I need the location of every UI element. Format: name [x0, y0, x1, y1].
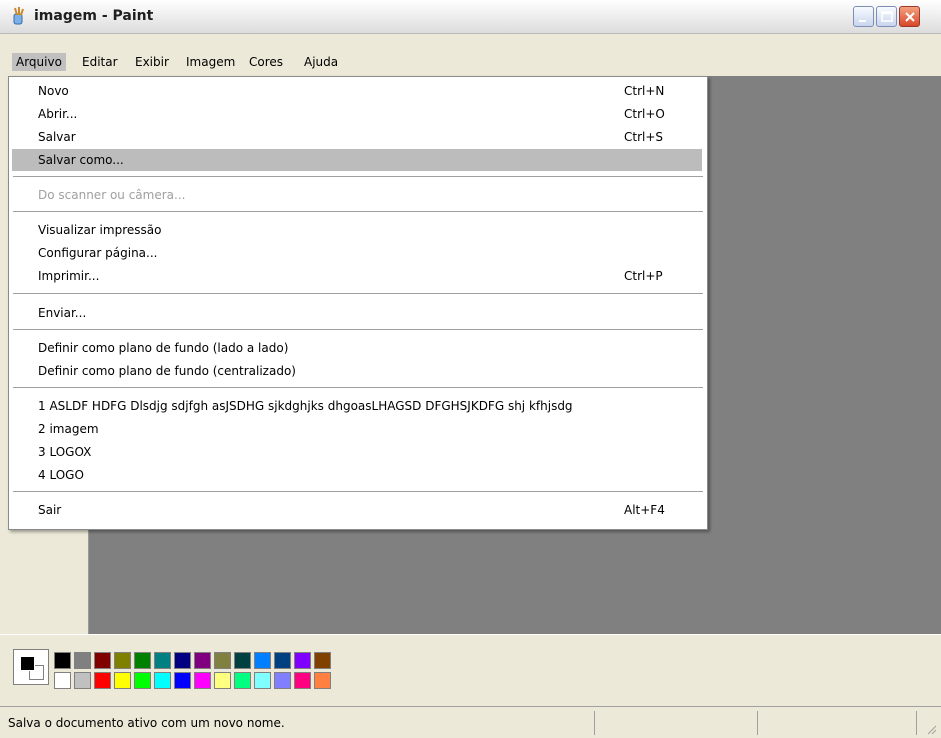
menu-separator [13, 211, 703, 215]
menu-imagem[interactable]: Imagem [182, 53, 239, 71]
menu-item-abrir[interactable]: Abrir... Ctrl+O [12, 103, 702, 125]
palette-swatch[interactable] [194, 672, 211, 689]
palette-swatch[interactable] [114, 672, 131, 689]
palette-swatch[interactable] [74, 672, 91, 689]
palette-swatch[interactable] [214, 652, 231, 669]
palette-swatch[interactable] [314, 672, 331, 689]
menu-exibir[interactable]: Exibir [131, 53, 173, 71]
menu-item-recent-2[interactable]: 2 imagem [12, 418, 702, 440]
palette-swatch[interactable] [234, 652, 251, 669]
status-bar: Salva o documento ativo com um novo nome… [0, 706, 941, 738]
menu-item-novo[interactable]: Novo Ctrl+N [12, 80, 702, 102]
palette-swatch[interactable] [174, 652, 191, 669]
menu-separator [13, 329, 703, 333]
palette-swatch[interactable] [294, 672, 311, 689]
palette-swatch[interactable] [174, 672, 191, 689]
palette-swatch[interactable] [154, 652, 171, 669]
palette-swatch[interactable] [54, 672, 71, 689]
status-divider [594, 711, 595, 735]
menu-item-visualizar-impressao[interactable]: Visualizar impressão [12, 219, 702, 241]
menu-item-fundo-centralizado[interactable]: Definir como plano de fundo (centralizad… [12, 360, 702, 382]
palette-swatch[interactable] [94, 652, 111, 669]
palette-swatch[interactable] [54, 652, 71, 669]
menu-item-salvar-como[interactable]: Salvar como... [12, 149, 702, 171]
palette-swatch[interactable] [294, 652, 311, 669]
palette-swatch[interactable] [254, 652, 271, 669]
menu-item-recent-1[interactable]: 1 ASLDF HDFG Dlsdjg sdjfgh asJSDHG sjkdg… [12, 395, 702, 417]
menu-item-configurar-pagina[interactable]: Configurar página... [12, 242, 702, 264]
resize-grip-icon[interactable] [925, 723, 937, 738]
palette-swatch[interactable] [74, 652, 91, 669]
palette-swatch[interactable] [134, 672, 151, 689]
color-palette [0, 634, 941, 707]
menu-separator [13, 176, 703, 180]
menu-separator [13, 387, 703, 391]
menu-item-enviar[interactable]: Enviar... [12, 302, 702, 324]
menu-separator [13, 491, 703, 495]
menu-item-scanner[interactable]: Do scanner ou câmera... [12, 184, 702, 206]
minimize-button[interactable] [853, 6, 874, 27]
palette-swatch[interactable] [194, 652, 211, 669]
palette-swatch[interactable] [274, 672, 291, 689]
palette-swatch[interactable] [114, 652, 131, 669]
current-colors[interactable] [13, 649, 49, 685]
file-menu-dropdown: Novo Ctrl+N Abrir... Ctrl+O Salvar Ctrl+… [8, 76, 708, 530]
status-divider [916, 711, 917, 735]
palette-swatch[interactable] [214, 672, 231, 689]
title-bar: imagem - Paint [0, 0, 941, 34]
menu-bar: Arquivo Editar Exibir Imagem Cores Ajuda [0, 50, 941, 74]
menu-separator [13, 293, 703, 297]
close-button[interactable] [899, 6, 920, 27]
menu-ajuda[interactable]: Ajuda [300, 53, 342, 71]
menu-item-sair[interactable]: Sair Alt+F4 [12, 499, 702, 521]
menu-arquivo[interactable]: Arquivo [12, 53, 66, 71]
window-title: imagem - Paint [34, 8, 154, 24]
maximize-button[interactable] [876, 6, 897, 27]
palette-swatch[interactable] [254, 672, 271, 689]
palette-swatch[interactable] [94, 672, 111, 689]
palette-swatch[interactable] [234, 672, 251, 689]
menu-editar[interactable]: Editar [78, 53, 122, 71]
palette-swatch[interactable] [134, 652, 151, 669]
foreground-color-swatch [20, 656, 35, 671]
palette-swatch[interactable] [274, 652, 291, 669]
status-text: Salva o documento ativo com um novo nome… [8, 716, 285, 730]
menu-item-recent-3[interactable]: 3 LOGOX [12, 441, 702, 463]
paint-app-icon [10, 7, 26, 25]
menu-item-imprimir[interactable]: Imprimir... Ctrl+P [12, 265, 702, 287]
menu-cores[interactable]: Cores [245, 53, 287, 71]
status-divider [757, 711, 758, 735]
palette-swatch[interactable] [154, 672, 171, 689]
menu-item-salvar[interactable]: Salvar Ctrl+S [12, 126, 702, 148]
menu-item-recent-4[interactable]: 4 LOGO [12, 464, 702, 486]
menu-item-fundo-lado-a-lado[interactable]: Definir como plano de fundo (lado a lado… [12, 337, 702, 359]
palette-swatch[interactable] [314, 652, 331, 669]
